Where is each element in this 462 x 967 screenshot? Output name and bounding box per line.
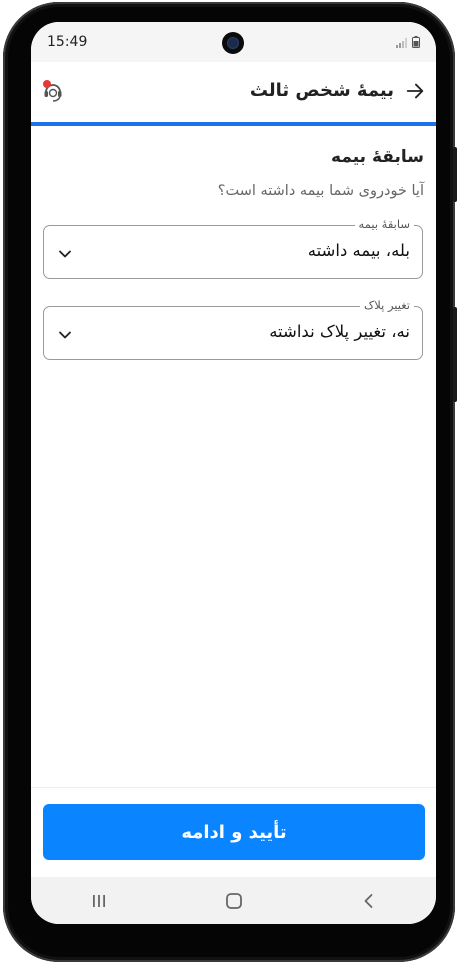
insurance-history-select[interactable]: سابقهٔ بیمه بله، بیمه داشته	[43, 217, 423, 279]
front-camera	[222, 32, 244, 54]
status-time: 15:49	[47, 34, 88, 50]
volume-button	[453, 307, 457, 402]
plate-change-select[interactable]: تغییر پلاک نه، تغییر پلاک نداشته	[43, 298, 423, 360]
power-button	[453, 147, 457, 202]
section-title: سابقهٔ بیمه	[331, 147, 424, 167]
notification-badge	[43, 80, 51, 88]
system-icons	[396, 36, 420, 48]
home-icon	[225, 892, 242, 909]
back-arrow-icon[interactable]	[404, 80, 426, 102]
screen: 15:49 بیمهٔ شخص ثالث سابقهٔ بیمه آیا خود…	[31, 22, 436, 924]
signal-icon	[396, 38, 407, 48]
battery-icon	[412, 36, 420, 48]
chevron-down-icon	[59, 250, 71, 258]
system-nav-bar	[31, 877, 436, 924]
phone-frame: 15:49 بیمهٔ شخص ثالث سابقهٔ بیمه آیا خود…	[3, 2, 457, 962]
field-label: سابقهٔ بیمه	[354, 217, 414, 231]
field-value: نه، تغییر پلاک نداشته	[269, 322, 410, 341]
app-header: بیمهٔ شخص ثالث	[31, 62, 436, 126]
home-button[interactable]	[214, 886, 254, 916]
nav-back-button[interactable]	[349, 886, 389, 916]
field-label: تغییر پلاک	[359, 298, 414, 312]
field-value: بله، بیمه داشته	[307, 241, 410, 260]
question-text: آیا خودروی شما بیمه داشته است؟	[217, 183, 424, 199]
recents-icon	[92, 894, 105, 907]
confirm-continue-button[interactable]: تأیید و ادامه	[43, 804, 425, 860]
footer-divider	[31, 787, 436, 788]
page-title: بیمهٔ شخص ثالث	[249, 80, 394, 101]
status-bar: 15:49	[31, 22, 436, 62]
nav-back-icon	[364, 893, 372, 908]
chevron-down-icon	[59, 331, 71, 339]
support-icon[interactable]	[41, 79, 65, 103]
recents-button[interactable]	[79, 886, 119, 916]
